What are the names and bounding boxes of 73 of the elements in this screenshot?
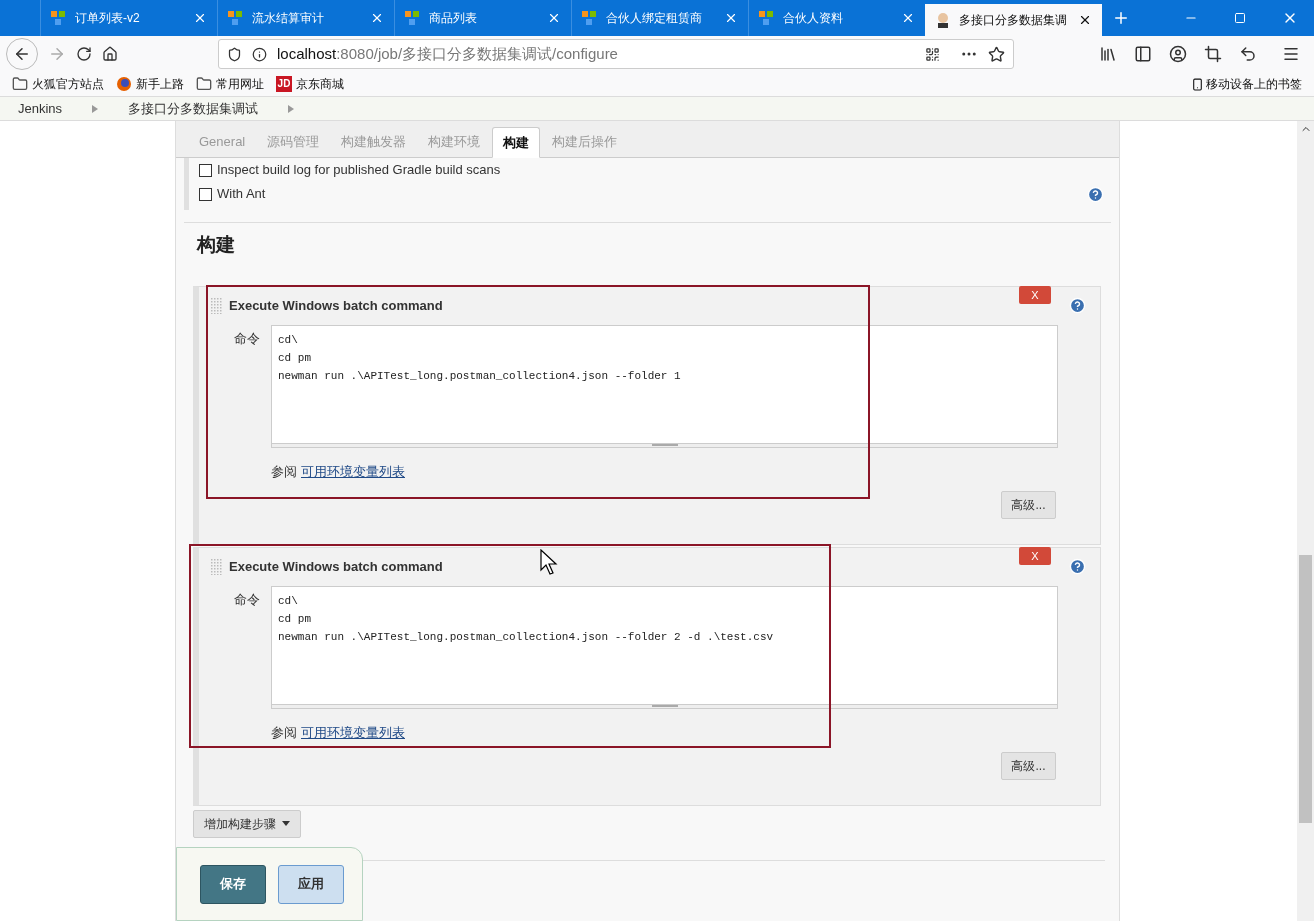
- step-title: Execute Windows batch command: [229, 557, 443, 576]
- crop-icon[interactable]: [1204, 45, 1222, 63]
- shield-icon[interactable]: [227, 46, 242, 62]
- command-field[interactable]: cd\ cd pm newman run .\APITest_long.postman_collection4.json --folder 1: [271, 324, 1058, 448]
- tab-title: 订单列表-v2: [75, 10, 141, 27]
- mobile-bookmarks[interactable]: 移动设备上的书签: [1191, 75, 1302, 93]
- address-bar[interactable]: localhost:8080/job/多接口分多数据集调试/configure: [218, 39, 1014, 69]
- add-step-button[interactable]: 增加构建步骤: [193, 809, 301, 838]
- delete-button[interactable]: X: [1019, 546, 1051, 565]
- library-icon[interactable]: [1099, 45, 1117, 63]
- chevron-icon[interactable]: [288, 104, 295, 113]
- section-title: 构建: [197, 233, 236, 257]
- mouse-cursor-icon: [540, 549, 560, 575]
- bookmark[interactable]: JD 京东商城: [276, 75, 344, 93]
- tiles-icon: [51, 10, 67, 26]
- home-icon[interactable]: [102, 46, 118, 62]
- field-label: 命令: [234, 590, 260, 609]
- env-vars-link[interactable]: 可用环境变量列表: [301, 461, 405, 481]
- breadcrumb-link[interactable]: 多接口分多数据集调试: [128, 98, 259, 119]
- close-icon[interactable]: [1078, 13, 1092, 27]
- star-icon[interactable]: [988, 45, 1005, 63]
- help-icon[interactable]: [1069, 297, 1086, 314]
- folder-icon: [196, 76, 212, 92]
- menu-icon[interactable]: [1282, 45, 1300, 63]
- caret-icon: [282, 821, 290, 826]
- url-text: localhost:8080/job/多接口分多数据集调试/configure: [277, 43, 619, 64]
- sidebar-icon[interactable]: [1134, 45, 1152, 63]
- qr-code-icon[interactable]: [925, 46, 940, 62]
- account-icon[interactable]: [1169, 45, 1187, 63]
- logo-icon: JD: [276, 76, 292, 92]
- advanced-button[interactable]: 高级...: [1001, 752, 1056, 780]
- tab-title: 流水结算审计: [252, 10, 325, 27]
- tiles-icon: [582, 10, 598, 26]
- delete-button[interactable]: X: [1019, 285, 1051, 304]
- checkbox[interactable]: [199, 163, 212, 177]
- folder-icon: [12, 76, 28, 92]
- command-field[interactable]: cd\ cd pm newman run .\APITest_long.postman_collection4.json --folder 2 -d .\test.csv: [271, 585, 1058, 709]
- chevron-icon[interactable]: [92, 104, 99, 113]
- maximize-icon[interactable]: [1234, 12, 1246, 24]
- tab-title: 合伙人绑定租赁商: [606, 10, 703, 27]
- step-title: Execute Windows batch command: [229, 296, 443, 315]
- advanced-button[interactable]: 高级...: [1001, 491, 1056, 519]
- new-tab-icon[interactable]: [1112, 9, 1130, 27]
- bookmark[interactable]: 火狐官方站点: [12, 75, 104, 93]
- field-label: 命令: [234, 329, 260, 348]
- see-also-label: 参阅: [271, 723, 297, 742]
- browser-tab[interactable]: 多接口分多数据集调: [925, 4, 1102, 36]
- tab-title: 合伙人资料: [783, 10, 844, 27]
- tiles-icon: [759, 10, 775, 26]
- tab-title: 多接口分多数据集调: [959, 12, 1068, 29]
- tiles-icon: [405, 10, 421, 26]
- help-icon[interactable]: [1069, 558, 1086, 575]
- save-button[interactable]: 保存: [200, 864, 266, 904]
- drag-handle-icon[interactable]: [211, 297, 223, 314]
- bookmark[interactable]: 常用网址: [196, 75, 264, 93]
- drag-handle-icon[interactable]: [211, 558, 223, 575]
- info-icon[interactable]: [252, 46, 267, 62]
- undo-icon[interactable]: [1239, 45, 1257, 63]
- bookmark[interactable]: 新手上路: [116, 75, 184, 93]
- help-icon[interactable]: [1087, 185, 1104, 203]
- scrollbar[interactable]: [1297, 121, 1314, 921]
- option-label: Inspect build log for published Gradle build scans: [217, 161, 501, 180]
- checkbox[interactable]: [199, 187, 212, 201]
- breadcrumb-link[interactable]: Jenkins: [18, 98, 63, 119]
- env-vars-link[interactable]: 可用环境变量列表: [301, 722, 405, 742]
- see-also-label: 参阅: [271, 462, 297, 481]
- config-tab[interactable]: 构建: [492, 127, 541, 158]
- apply-button[interactable]: 应用: [278, 864, 344, 904]
- tab-title: 商品列表: [429, 10, 478, 27]
- tiles-icon: [228, 10, 244, 26]
- phone-icon: [1191, 77, 1204, 91]
- reload-icon[interactable]: [76, 46, 92, 62]
- option-label: With Ant: [217, 185, 266, 204]
